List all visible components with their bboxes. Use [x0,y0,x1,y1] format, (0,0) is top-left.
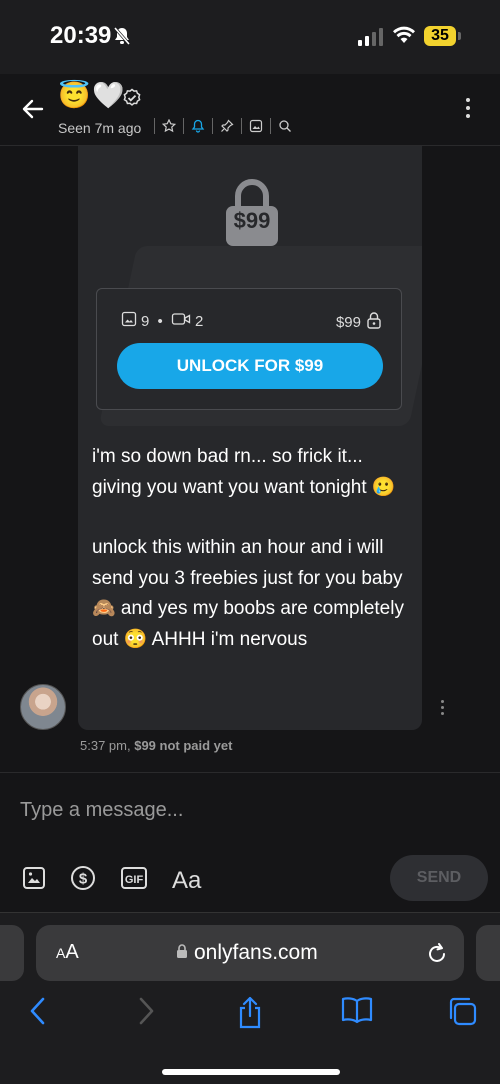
media-price-value: $99 [335,313,361,331]
contact-name[interactable]: 😇🤍 [58,80,127,111]
back-arrow-icon[interactable] [20,96,46,127]
bookmarks-icon[interactable] [340,995,374,1030]
next-tab-preview[interactable] [476,925,500,981]
chat-area: $99 9 • 2 $99 UNLOCK FOR $99 i'm so down… [0,146,500,772]
last-seen-text: Seen 7m ago [58,120,142,136]
message-input[interactable] [20,793,460,827]
star-icon[interactable] [161,118,177,134]
video-icon [171,311,191,331]
media-count: 9 • 2 [121,311,203,331]
address-bar[interactable]: AA onlyfans.com [36,925,464,981]
separator-dot: • [153,312,167,330]
url-text: onlyfans.com [194,941,318,964]
svg-text:$: $ [79,871,88,888]
previous-tab-preview[interactable] [0,925,24,981]
search-icon[interactable] [277,118,293,134]
pin-icon[interactable] [219,118,235,134]
battery-indicator: 35 [424,26,456,46]
composer-tools: $ GIF Aa [22,865,201,896]
forward-chevron-icon[interactable] [136,995,156,1032]
notification-bell-icon[interactable] [190,118,206,134]
lock-icon [367,311,381,333]
message-composer: $ GIF Aa SEND [0,772,500,912]
url-display[interactable]: onlyfans.com [176,941,318,965]
message-meta: 5:37 pm, $99 not paid yet [80,738,232,753]
message-time: 5:37 pm, [80,738,131,753]
cellular-signal-icon [358,28,383,46]
browser-toolbar [0,995,500,1035]
message-paragraph: unlock this within an hour and i will se… [92,537,404,650]
share-icon[interactable] [236,995,264,1034]
message-paragraph: i'm so down bad rn... so frick it... giv… [92,446,396,498]
media-price: $99 [336,311,381,333]
svg-text:GIF: GIF [125,874,144,886]
reload-icon[interactable] [426,941,448,970]
header-actions [148,118,293,134]
bell-off-icon [112,26,132,51]
video-count: 2 [194,312,204,330]
reader-settings-button[interactable]: AA [56,941,79,964]
price-dollar-icon[interactable]: $ [70,865,96,896]
gif-icon[interactable]: GIF [120,866,148,895]
text-format-button[interactable]: Aa [172,867,201,895]
message-text: i'm so down bad rn... so frick it... giv… [92,442,414,655]
photo-count: 9 [141,312,150,330]
avatar[interactable] [20,684,66,730]
lock-icon [176,941,188,965]
locked-price-label: $99 [233,208,271,233]
message-bubble: $99 9 • 2 $99 UNLOCK FOR $99 i'm so down… [78,146,422,730]
media-gallery-icon[interactable] [248,118,264,134]
home-indicator [162,1069,340,1075]
send-button[interactable]: SEND [390,855,488,901]
battery-tip [458,32,461,40]
verified-badge-icon [122,88,142,113]
message-options-icon[interactable] [441,700,444,715]
back-chevron-icon[interactable] [28,995,48,1032]
status-bar: 20:39 35 [0,0,500,74]
tabs-icon[interactable] [446,995,478,1032]
paid-media-card: 9 • 2 $99 UNLOCK FOR $99 [96,288,402,410]
unlock-button[interactable]: UNLOCK FOR $99 [117,343,383,389]
photo-icon [121,311,137,331]
clock: 20:39 [50,22,112,49]
payment-status: $99 not paid yet [134,738,233,753]
more-options-icon[interactable] [466,98,470,118]
attach-image-icon[interactable] [22,866,46,895]
chat-header: 😇🤍 Seen 7m ago [0,74,500,146]
wifi-icon [392,26,416,49]
browser-chrome: AA onlyfans.com [0,912,500,1084]
